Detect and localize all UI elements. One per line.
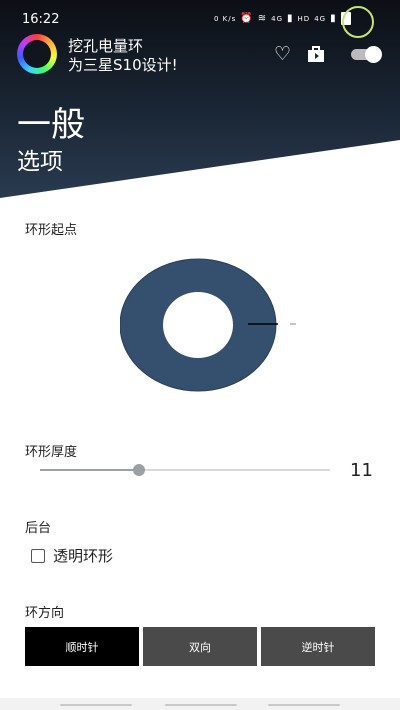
status-icons: 0 K/s ⏰ ≋ 4G ▮ HD 4G ▮	[214, 12, 351, 25]
ring-thickness-value: 11	[350, 460, 373, 481]
punch-hole-ring-icon	[342, 6, 374, 38]
status-bar: 16:22 0 K/s ⏰ ≋ 4G ▮ HD 4G ▮	[0, 0, 400, 38]
status-time: 16:22	[22, 12, 60, 27]
page-subtitle: 选项	[17, 149, 63, 175]
app-logo-icon	[17, 34, 57, 74]
ring-start-label: 环形起点	[25, 223, 78, 238]
app-title-line1: 挖孔电量环	[68, 37, 144, 55]
app-title: 挖孔电量环 为三星S10设计!	[68, 37, 178, 75]
transparent-ring-label: 透明环形	[53, 547, 114, 565]
direction-bidirectional-button[interactable]: 双向	[143, 627, 257, 666]
page-title: 一般	[17, 105, 85, 145]
shopping-bag-icon[interactable]	[306, 44, 326, 68]
gesture-indicator-left	[60, 704, 132, 706]
signal-label-a: 4G	[271, 14, 284, 23]
transparent-ring-checkbox[interactable]	[31, 548, 45, 563]
heart-icon[interactable]: ♡	[274, 44, 291, 64]
enable-toggle[interactable]	[349, 46, 382, 63]
slider-fill	[40, 469, 139, 471]
background-section-label: 后台	[25, 521, 52, 536]
signal-icon: ▮	[287, 13, 294, 24]
slider-thumb[interactable]	[132, 464, 145, 476]
hd-label: HD	[297, 14, 311, 23]
direction-clockwise-button[interactable]: 顺时针	[25, 627, 139, 666]
direction-counterclockwise-button[interactable]: 逆时针	[261, 627, 375, 666]
wifi-icon: ≋	[257, 13, 268, 24]
transparent-ring-option[interactable]: 透明环形	[31, 545, 113, 566]
ring-direction-label: 环方向	[25, 606, 65, 621]
signal-label-b: 4G	[314, 14, 327, 23]
alarm-icon: ⏰	[240, 13, 254, 24]
ring-thickness-slider[interactable]	[40, 462, 330, 478]
app-title-line2: 为三星S10设计!	[68, 56, 178, 74]
signal-icon-2: ▮	[330, 13, 337, 24]
toggle-knob	[365, 46, 382, 63]
ring-start-preview[interactable]	[120, 255, 300, 395]
gesture-indicator-right	[268, 704, 340, 706]
ring-thickness-label: 环形厚度	[25, 445, 78, 460]
gesture-indicator-center	[165, 704, 237, 706]
ring-hole	[163, 292, 233, 358]
network-speed: 0 K/s	[214, 14, 237, 23]
